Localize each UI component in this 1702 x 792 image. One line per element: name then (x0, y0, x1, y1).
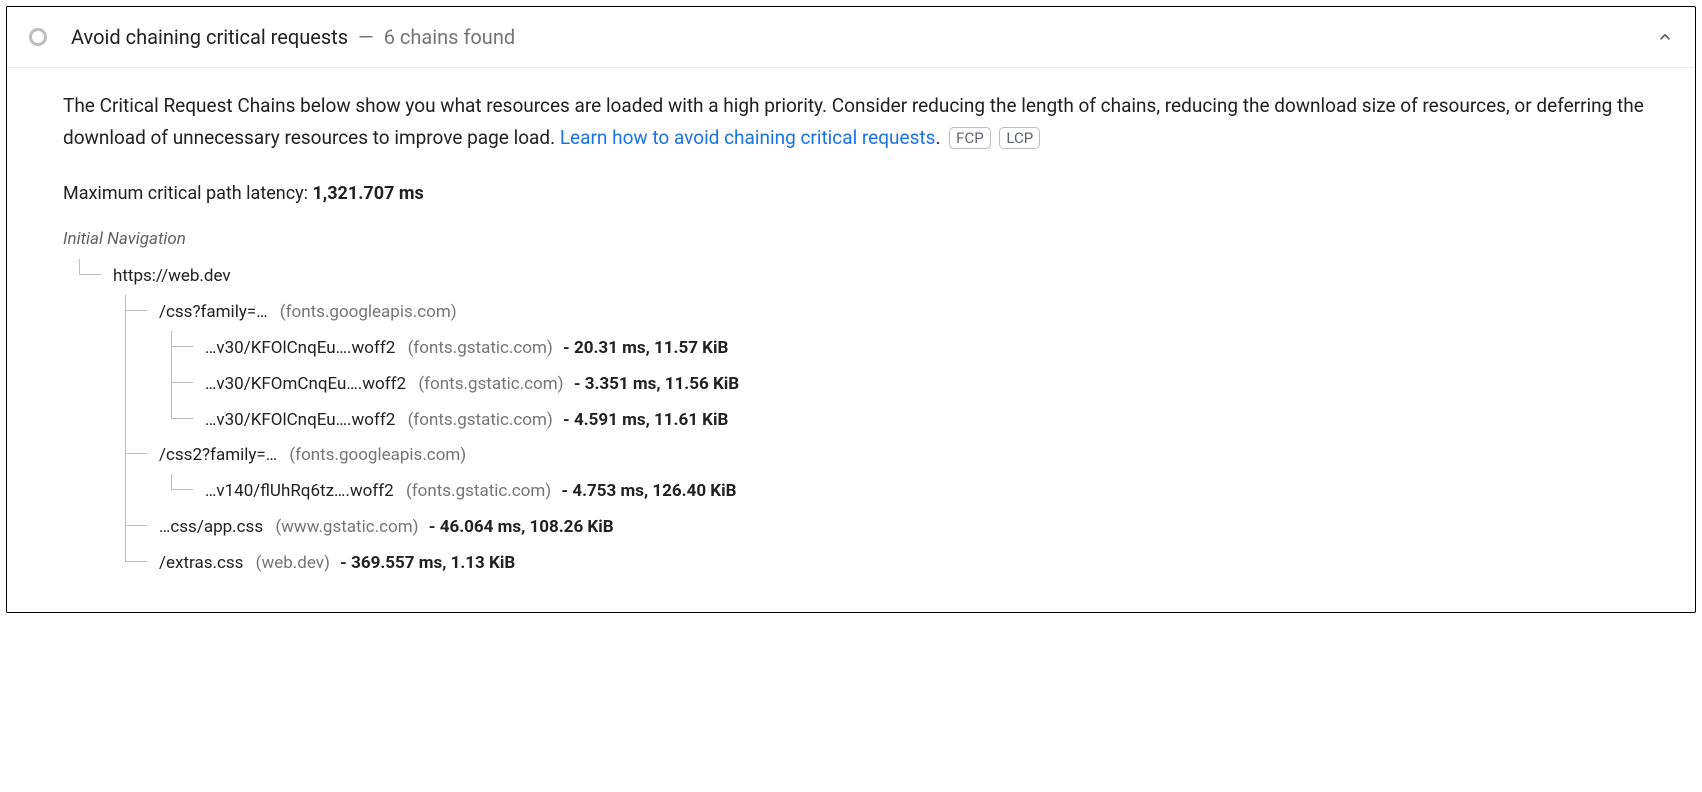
audit-description: The Critical Request Chains below show y… (63, 90, 1655, 155)
audit-body: The Critical Request Chains below show y… (7, 68, 1695, 612)
tree-node-label: …v30/KFOlCnqEu….woff2 (fonts.gstatic.com… (201, 403, 728, 439)
tree-node-label: …css/app.css (www.gstatic.com) - 46.064 … (155, 510, 614, 546)
metric-pill-fcp: FCP (949, 127, 991, 149)
tree-node: /css2?family=… (fonts.googleapis.com) …v… (109, 438, 1655, 510)
request-chain-tree: Initial Navigation https://web.dev (63, 228, 1655, 582)
tree-node: …v30/KFOlCnqEu….woff2 (fonts.gstatic.com… (155, 331, 1655, 367)
tree-node: …v30/KFOmCnqEu….woff2 (fonts.gstatic.com… (155, 367, 1655, 403)
tree-node-label: …v30/KFOlCnqEu….woff2 (fonts.gstatic.com… (201, 331, 728, 367)
audit-separator: — (358, 25, 374, 49)
tree-node-label: /css?family=… (fonts.googleapis.com) (155, 295, 1655, 331)
max-latency-label: Maximum critical path latency: (63, 183, 312, 204)
max-latency-value: 1,321.707 ms (312, 183, 423, 204)
tree-node-label: …v30/KFOmCnqEu….woff2 (fonts.gstatic.com… (201, 367, 739, 403)
tree-node: /css?family=… (fonts.googleapis.com) …v3… (109, 295, 1655, 438)
audit-header[interactable]: Avoid chaining critical requests — 6 cha… (7, 7, 1695, 68)
chevron-up-icon[interactable] (1655, 28, 1675, 46)
audit-summary: 6 chains found (384, 25, 515, 49)
status-circle-icon (29, 28, 47, 46)
max-latency: Maximum critical path latency: 1,321.707… (63, 183, 1655, 204)
tree-node: …v30/KFOlCnqEu….woff2 (fonts.gstatic.com… (155, 403, 1655, 439)
audit-card: Avoid chaining critical requests — 6 cha… (6, 6, 1696, 613)
tree-root-label: Initial Navigation (63, 228, 1655, 252)
tree-node-label: /css2?family=… (fonts.googleapis.com) (155, 438, 1655, 474)
tree-node: /extras.css (web.dev) - 369.557 ms, 1.13… (109, 546, 1655, 582)
tree-node-label: https://web.dev (109, 259, 1655, 295)
audit-title: Avoid chaining critical requests (71, 25, 348, 49)
description-suffix: . (935, 126, 940, 149)
tree-node: https://web.dev /css?family=… (fonts.goo… (63, 259, 1655, 581)
metric-pill-lcp: LCP (999, 127, 1040, 149)
tree-node-label: /extras.css (web.dev) - 369.557 ms, 1.13… (155, 546, 515, 582)
learn-more-link[interactable]: Learn how to avoid chaining critical req… (560, 126, 936, 149)
tree-node: …v140/flUhRq6tz….woff2 (fonts.gstatic.co… (155, 474, 1655, 510)
tree-node-label: …v140/flUhRq6tz….woff2 (fonts.gstatic.co… (201, 474, 736, 510)
tree-node: …css/app.css (www.gstatic.com) - 46.064 … (109, 510, 1655, 546)
